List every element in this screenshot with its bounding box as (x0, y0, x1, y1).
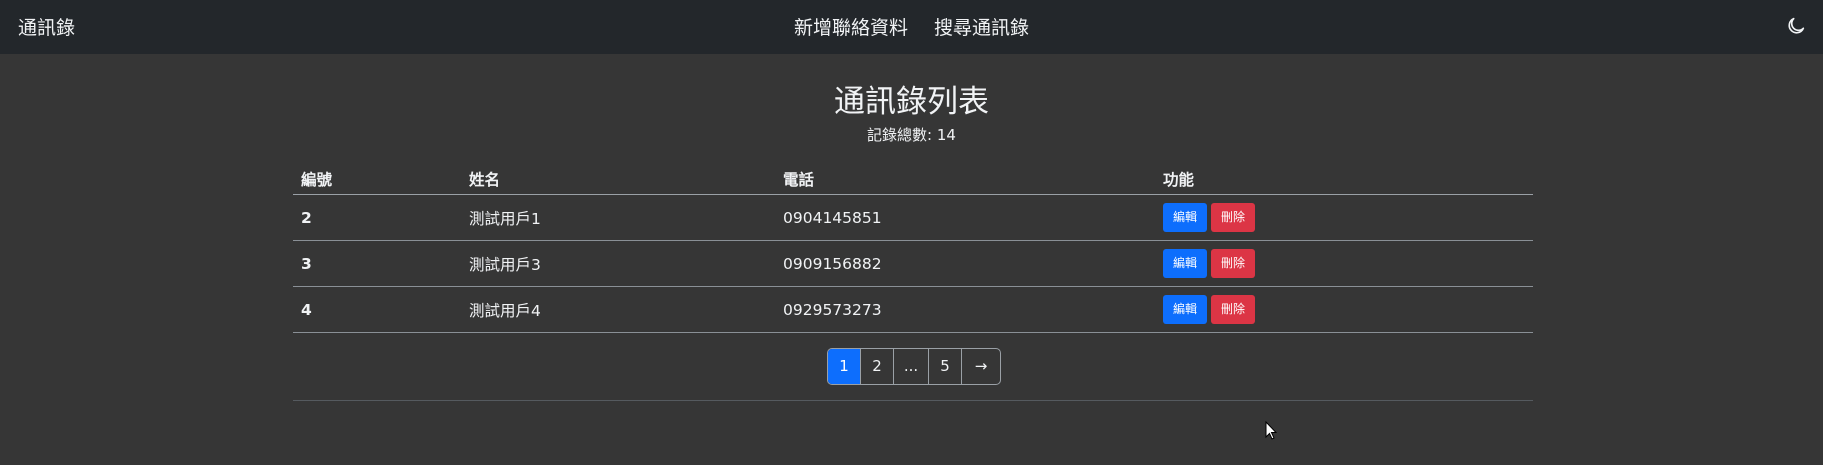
row-phone: 0929573273 (775, 286, 1155, 333)
table-row: 2 測試用戶1 0904145851 編輯 刪除 (293, 194, 1533, 241)
moon-icon (1788, 17, 1805, 34)
mouse-cursor-icon (1265, 421, 1278, 440)
next-page-button[interactable]: → (961, 349, 1000, 384)
row-name: 測試用戶3 (461, 240, 775, 287)
table-header-row: 編號 姓名 電話 功能 (293, 163, 1533, 195)
nav-link-search[interactable]: 搜尋通訊錄 (934, 17, 1029, 39)
header-actions: 功能 (1155, 163, 1533, 195)
row-id: 2 (293, 194, 461, 241)
navbar: 通訊錄 新增聯絡資料 搜尋通訊錄 (0, 0, 1823, 54)
edit-button[interactable]: 編輯 (1163, 203, 1208, 232)
header-phone: 電話 (775, 163, 1155, 195)
table-row: 4 測試用戶4 0929573273 編輯 刪除 (293, 286, 1533, 333)
nav-link-add-contact[interactable]: 新增聯絡資料 (794, 17, 908, 39)
row-actions: 編輯 刪除 (1155, 286, 1533, 333)
page-1-button[interactable]: 1 (828, 349, 860, 384)
page-2-button[interactable]: 2 (860, 349, 893, 384)
row-name: 測試用戶1 (461, 194, 775, 241)
table-row: 3 測試用戶3 0909156882 編輯 刪除 (293, 240, 1533, 287)
page-5-button[interactable]: 5 (928, 349, 961, 384)
header-name: 姓名 (461, 163, 775, 195)
row-name: 測試用戶4 (461, 286, 775, 333)
record-count: 記錄總數: 14 (867, 126, 956, 144)
nav-links: 新增聯絡資料 搜尋通訊錄 (0, 13, 1823, 40)
row-id: 3 (293, 240, 461, 287)
row-actions: 編輯 刪除 (1155, 240, 1533, 287)
bottom-divider (293, 400, 1533, 401)
edit-button[interactable]: 編輯 (1163, 249, 1208, 278)
delete-button[interactable]: 刪除 (1211, 295, 1256, 324)
page-title: 通訊錄列表 (834, 84, 989, 120)
row-phone: 0909156882 (775, 240, 1155, 287)
edit-button[interactable]: 編輯 (1163, 295, 1208, 324)
theme-toggle-button[interactable] (1785, 15, 1807, 37)
row-phone: 0904145851 (775, 194, 1155, 241)
header-id: 編號 (293, 163, 461, 195)
row-id: 4 (293, 286, 461, 333)
row-actions: 編輯 刪除 (1155, 194, 1533, 241)
page-ellipsis: ... (893, 349, 928, 384)
pagination: 1 2 ... 5 → (827, 348, 1001, 385)
delete-button[interactable]: 刪除 (1211, 249, 1256, 278)
contacts-table: 編號 姓名 電話 功能 2 測試用戶1 0904145851 編輯 刪除 3 測試… (293, 163, 1533, 333)
delete-button[interactable]: 刪除 (1211, 203, 1256, 232)
